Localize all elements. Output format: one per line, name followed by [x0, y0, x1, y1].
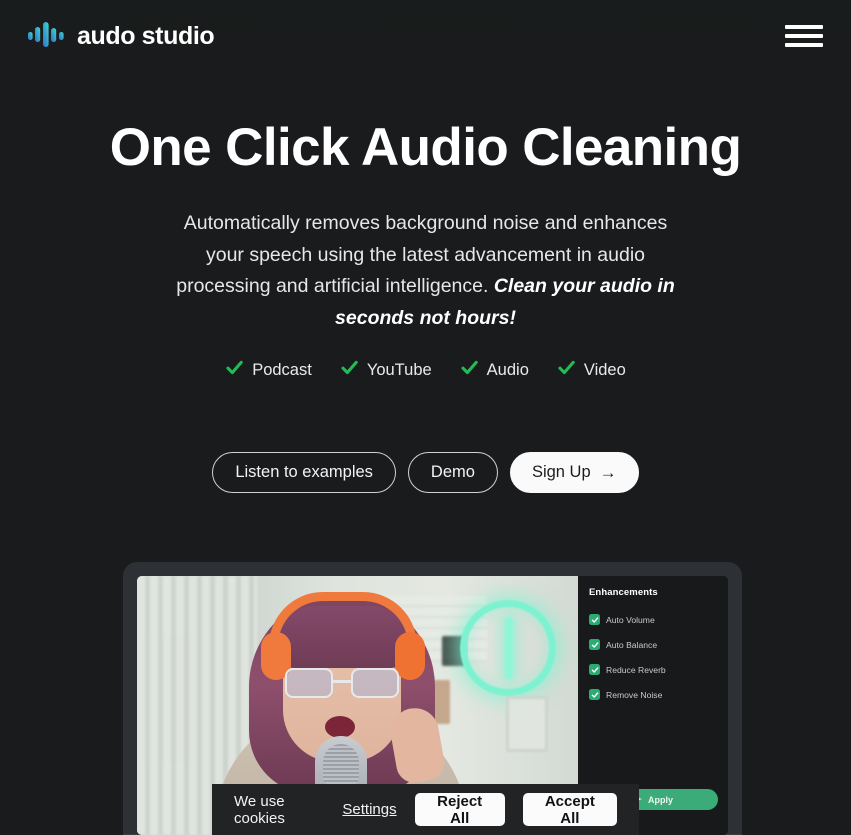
- checkbox-checked-icon[interactable]: [589, 639, 600, 650]
- person-glasses: [283, 668, 401, 698]
- hero-subtitle: Automatically removes background noise a…: [176, 208, 676, 334]
- photo-wall-frame: [506, 696, 548, 752]
- enhancement-label: Auto Balance: [606, 639, 658, 650]
- checkbox-checked-icon[interactable]: [589, 689, 600, 700]
- apply-label: Apply: [647, 794, 673, 805]
- checkbox-checked-icon[interactable]: [589, 664, 600, 675]
- checkbox-checked-icon[interactable]: [589, 614, 600, 625]
- microphone-grill: [323, 744, 359, 784]
- glasses-bridge: [333, 680, 351, 683]
- cookie-message: We use cookies: [234, 792, 285, 827]
- feature-list: Podcast YouTube Audio Video: [0, 358, 851, 382]
- enhancement-label: Auto Volume: [606, 614, 655, 625]
- logo-text: audo studio: [77, 21, 215, 50]
- person-mouth: [325, 716, 355, 738]
- site-header: audo studio: [0, 0, 851, 72]
- demo-button[interactable]: Demo: [407, 452, 498, 494]
- feature-label: YouTube: [366, 360, 432, 379]
- feature-item-audio: Audio: [460, 358, 529, 382]
- enhancement-row-auto-volume[interactable]: Auto Volume: [589, 614, 719, 625]
- cta-button-group: Listen to examples Demo Sign Up →: [0, 452, 851, 494]
- check-icon: [460, 358, 479, 382]
- hamburger-bar: [785, 25, 823, 29]
- hero-section: One Click Audio Cleaning Automatically r…: [0, 72, 851, 494]
- listen-to-examples-button[interactable]: Listen to examples: [212, 452, 396, 494]
- check-icon: [340, 358, 359, 382]
- hamburger-bar: [785, 43, 823, 47]
- feature-label: Video: [583, 360, 626, 379]
- accept-all-button[interactable]: Accept All: [522, 793, 618, 827]
- sign-up-button[interactable]: Sign Up →: [509, 452, 639, 494]
- feature-item-youtube: YouTube: [340, 358, 432, 382]
- check-icon: [225, 358, 244, 382]
- enhancement-label: Remove Noise: [606, 689, 663, 700]
- logo[interactable]: audo studio: [28, 19, 215, 54]
- feature-label: Podcast: [252, 360, 312, 379]
- page-title: One Click Audio Cleaning: [109, 118, 742, 177]
- check-icon: [557, 358, 576, 382]
- hamburger-menu-icon[interactable]: [785, 21, 823, 51]
- glasses-lens: [285, 668, 333, 698]
- waveform-icon: [28, 19, 66, 54]
- enhancement-row-remove-noise[interactable]: Remove Noise: [589, 689, 719, 700]
- feature-item-video: Video: [557, 358, 626, 382]
- enhancement-row-reduce-reverb[interactable]: Reduce Reverb: [589, 664, 719, 675]
- enhancement-label: Reduce Reverb: [606, 664, 666, 675]
- enhancements-title: Enhancements: [589, 587, 658, 598]
- feature-label: Audio: [486, 360, 529, 379]
- arrow-right-icon: →: [599, 463, 617, 483]
- enhancement-row-auto-balance[interactable]: Auto Balance: [589, 639, 719, 650]
- cookie-banner: We use cookies Settings Reject All Accep…: [212, 784, 639, 835]
- glasses-lens: [351, 668, 399, 698]
- photo-neon-sign: [460, 600, 556, 696]
- landing-page: audo studio One Click Audio Cleaning Aut…: [0, 0, 851, 835]
- feature-item-podcast: Podcast: [225, 358, 312, 382]
- sign-up-label: Sign Up: [531, 463, 591, 482]
- reject-all-button[interactable]: Reject All: [414, 793, 505, 827]
- cookie-settings-link[interactable]: Settings: [342, 801, 396, 818]
- hamburger-bar: [785, 34, 823, 38]
